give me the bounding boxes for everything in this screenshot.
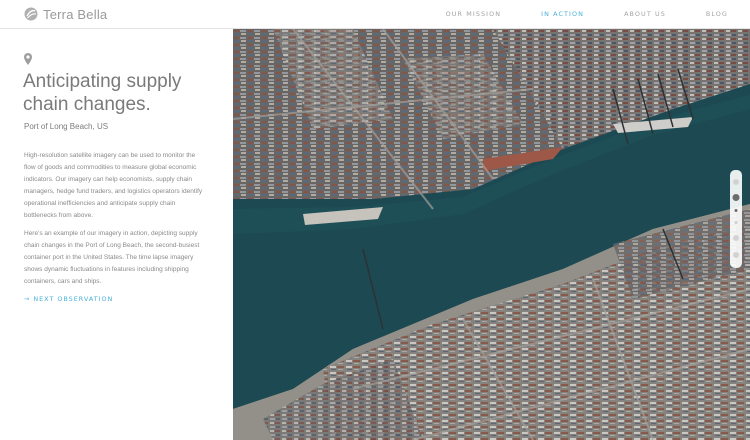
- timelapse-frame-dot-active[interactable]: [732, 194, 740, 201]
- port-satellite-imagery: [233, 29, 750, 440]
- observation-location: Port of Long Beach, US: [24, 122, 109, 131]
- timelapse-scrubber[interactable]: [730, 170, 742, 268]
- timelapse-frame-dot[interactable]: [734, 209, 738, 212]
- brand-name: Terra Bella: [43, 6, 108, 22]
- site-header: Terra Bella OUR MISSION IN ACTION ABOUT …: [0, 0, 750, 29]
- nav-our-mission[interactable]: OUR MISSION: [446, 10, 502, 18]
- next-observation-label: NEXT OBSERVATION: [33, 295, 114, 303]
- next-observation-link[interactable]: → NEXT OBSERVATION: [24, 295, 113, 303]
- location-pin-icon: [24, 53, 32, 65]
- nav-in-action[interactable]: IN ACTION: [541, 10, 584, 18]
- arrow-right-icon: →: [24, 295, 31, 303]
- observation-panel: Anticipating supply chain changes. Port …: [0, 29, 233, 440]
- timelapse-frame-dot[interactable]: [734, 221, 738, 224]
- observation-title: Anticipating supply chain changes.: [23, 71, 182, 115]
- satellite-image[interactable]: [233, 29, 750, 440]
- nav-about-us[interactable]: ABOUT US: [624, 10, 666, 18]
- terra-bella-logo-icon: [24, 7, 38, 21]
- timelapse-frame-dot[interactable]: [733, 235, 739, 241]
- nav-blog[interactable]: BLOG: [706, 10, 728, 18]
- main-nav: OUR MISSION IN ACTION ABOUT US BLOG: [446, 10, 728, 18]
- description-paragraph: High-resolution satellite imagery can be…: [24, 152, 203, 219]
- description-paragraph: Here's an example of our imagery in acti…: [24, 230, 200, 285]
- timelapse-frame-dot[interactable]: [733, 252, 739, 258]
- timelapse-frame-dot[interactable]: [733, 179, 739, 185]
- brand-logo[interactable]: Terra Bella: [24, 7, 107, 22]
